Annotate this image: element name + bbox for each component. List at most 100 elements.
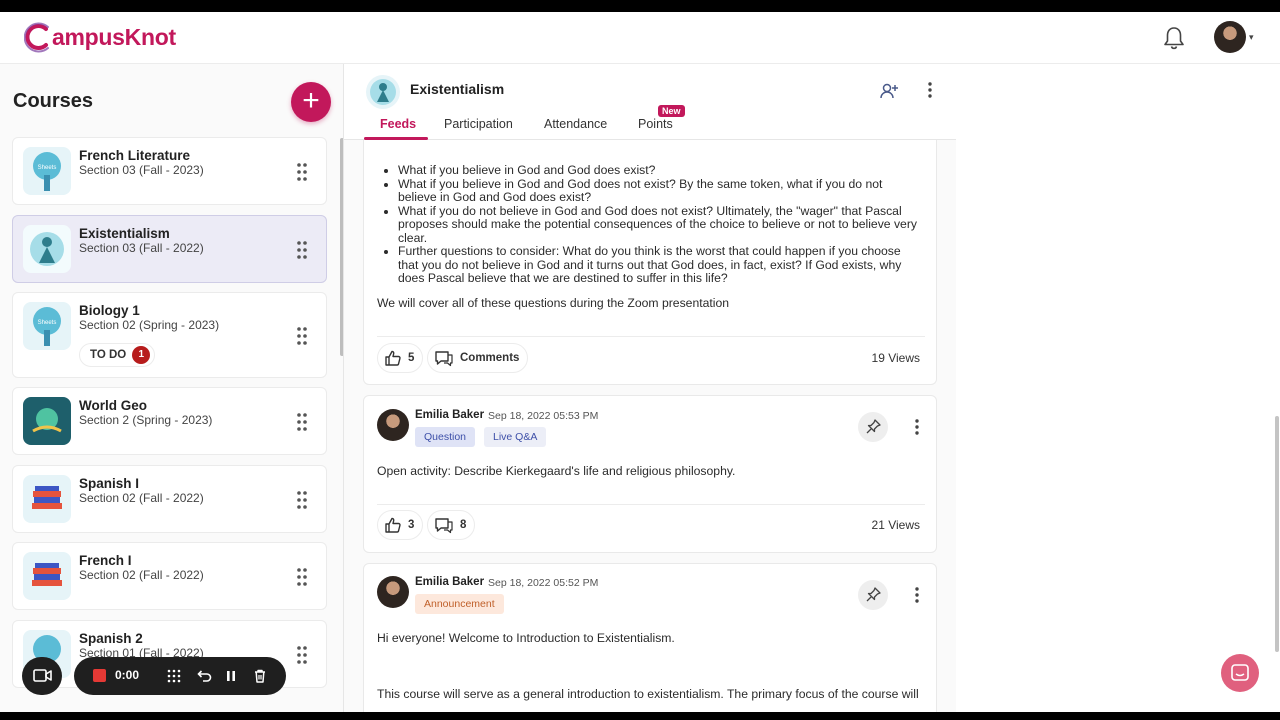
- trash-icon[interactable]: [251, 667, 269, 685]
- screen-top-border: [0, 0, 1280, 12]
- app-header: ampusKnot ▾: [0, 12, 1280, 64]
- comments-button[interactable]: 8: [427, 510, 476, 540]
- course-name: Existentialism: [79, 226, 170, 241]
- campusknot-logo[interactable]: ampusKnot: [24, 20, 176, 54]
- comments-icon: [435, 518, 453, 534]
- svg-text:Sheets: Sheets: [38, 165, 57, 171]
- like-button[interactable]: 5: [377, 343, 424, 373]
- stop-recording-button[interactable]: [93, 669, 106, 682]
- tag-live-qa[interactable]: Live Q&A: [484, 427, 547, 447]
- chat-icon: [1231, 664, 1249, 681]
- course-section: Section 02 (Spring - 2023): [79, 318, 220, 332]
- post-body: Open activity: Describe Kierkegaard's li…: [377, 464, 736, 478]
- class-header: Existentialism Feeds Participation Atten…: [344, 64, 956, 140]
- pin-button[interactable]: [858, 412, 888, 442]
- course-tree-icon: Sheets: [23, 302, 71, 350]
- pin-icon: [866, 587, 881, 602]
- course-name: French Literature: [79, 148, 191, 163]
- tab-feeds[interactable]: Feeds: [380, 117, 416, 131]
- logo-text: ampusKnot: [52, 23, 176, 50]
- author-name[interactable]: Emilia Baker: [415, 576, 484, 588]
- feed-post: Emilia Baker Sep 18, 2022 05:53 PM Quest…: [363, 395, 937, 553]
- course-item-world-geo[interactable]: World Geo Section 2 (Spring - 2023): [12, 387, 327, 455]
- add-course-button[interactable]: +: [291, 82, 331, 122]
- post-question-list: What if you believe in God and God does …: [398, 163, 918, 286]
- comment-count: 8: [460, 519, 467, 531]
- course-section: Section 2 (Spring - 2023): [79, 413, 213, 427]
- post-more-options-icon[interactable]: [914, 586, 920, 604]
- comments-button[interactable]: Comments: [427, 343, 529, 373]
- thumbs-up-icon: [385, 517, 401, 533]
- feed-post: Emilia Baker Sep 18, 2022 05:52 PM Annou…: [363, 563, 937, 720]
- comments-label: Comments: [460, 352, 520, 364]
- courses-sidebar: Courses + Sheets French Literature Secti…: [0, 64, 344, 720]
- camera-toggle-button[interactable]: [22, 657, 62, 695]
- recording-toolbar: 0:00: [74, 657, 286, 695]
- todo-count: 1: [132, 346, 151, 364]
- list-item: What if you believe in God and God does …: [398, 177, 918, 205]
- grid-dots-icon[interactable]: [165, 667, 183, 685]
- more-options-icon[interactable]: [927, 81, 933, 99]
- recording-timer: 0:00: [115, 668, 140, 682]
- drag-handle-icon[interactable]: [296, 645, 308, 665]
- course-item-spanish-i[interactable]: Spanish I Section 02 (Fall - 2022): [12, 465, 327, 533]
- logo-c-icon: [24, 22, 49, 53]
- new-badge: New: [658, 105, 685, 117]
- pause-icon[interactable]: [222, 667, 240, 685]
- page-scrollbar[interactable]: [1275, 416, 1279, 652]
- right-panel: [956, 64, 1280, 720]
- undo-icon[interactable]: [194, 667, 212, 685]
- todo-label: TO DO: [90, 349, 127, 361]
- tab-participation[interactable]: Participation: [444, 117, 513, 131]
- view-count: 19 Views: [871, 351, 920, 365]
- drag-handle-icon[interactable]: [296, 240, 308, 260]
- view-count: 21 Views: [871, 518, 920, 532]
- drag-handle-icon[interactable]: [296, 567, 308, 587]
- drag-handle-icon[interactable]: [296, 412, 308, 432]
- user-avatar[interactable]: [1214, 21, 1246, 53]
- post-more-options-icon[interactable]: [914, 418, 920, 436]
- drag-handle-icon[interactable]: [296, 326, 308, 346]
- course-books-icon: [23, 475, 71, 523]
- video-camera-icon: [33, 669, 52, 682]
- course-name: World Geo: [79, 398, 148, 413]
- like-count: 5: [408, 352, 415, 364]
- tab-points[interactable]: Points: [638, 117, 673, 131]
- chat-launcher-button[interactable]: [1221, 654, 1259, 692]
- drag-handle-icon[interactable]: [296, 490, 308, 510]
- course-item-french-i[interactable]: French I Section 02 (Fall - 2022): [12, 542, 327, 610]
- course-section: Section 02 (Fall - 2022): [79, 568, 204, 582]
- feed-post: What if you believe in God and God does …: [363, 140, 937, 385]
- add-member-icon[interactable]: [878, 80, 900, 102]
- list-item: What if you do not believe in God and Go…: [398, 204, 918, 246]
- post-body-continued: This course will serve as a general intr…: [377, 687, 919, 701]
- list-item: What if you believe in God and God does …: [398, 163, 918, 178]
- comments-icon: [435, 351, 453, 367]
- course-globe-icon: [23, 397, 71, 445]
- like-count: 3: [408, 519, 415, 531]
- svg-text:Sheets: Sheets: [38, 320, 57, 326]
- drag-handle-icon[interactable]: [296, 162, 308, 182]
- tab-attendance[interactable]: Attendance: [544, 117, 607, 131]
- tag-question[interactable]: Question: [415, 427, 476, 447]
- course-feed: Existentialism Feeds Participation Atten…: [344, 64, 956, 720]
- thumbs-up-icon: [385, 350, 401, 366]
- pin-button[interactable]: [858, 580, 888, 610]
- course-item-french-literature[interactable]: Sheets French Literature Section 03 (Fal…: [12, 137, 327, 205]
- course-tree-icon: Sheets: [23, 147, 71, 195]
- course-item-biology-1[interactable]: Sheets Biology 1 Section 02 (Spring - 20…: [12, 292, 327, 378]
- post-summary: We will cover all of these questions dur…: [377, 296, 730, 310]
- course-name: Biology 1: [79, 303, 140, 318]
- notification-bell-icon[interactable]: [1160, 24, 1188, 52]
- author-avatar[interactable]: [377, 409, 409, 441]
- courses-title: Courses: [13, 90, 94, 112]
- chevron-down-icon[interactable]: ▾: [1249, 32, 1254, 43]
- class-title: Existentialism: [410, 81, 505, 97]
- author-name[interactable]: Emilia Baker: [415, 409, 484, 421]
- course-item-existentialism[interactable]: Existentialism Section 03 (Fall - 2022): [12, 215, 327, 283]
- author-avatar[interactable]: [377, 576, 409, 608]
- like-button[interactable]: 3: [377, 510, 424, 540]
- todo-badge[interactable]: TO DO 1: [79, 343, 156, 367]
- tag-announcement[interactable]: Announcement: [415, 594, 504, 614]
- post-divider: [377, 504, 925, 505]
